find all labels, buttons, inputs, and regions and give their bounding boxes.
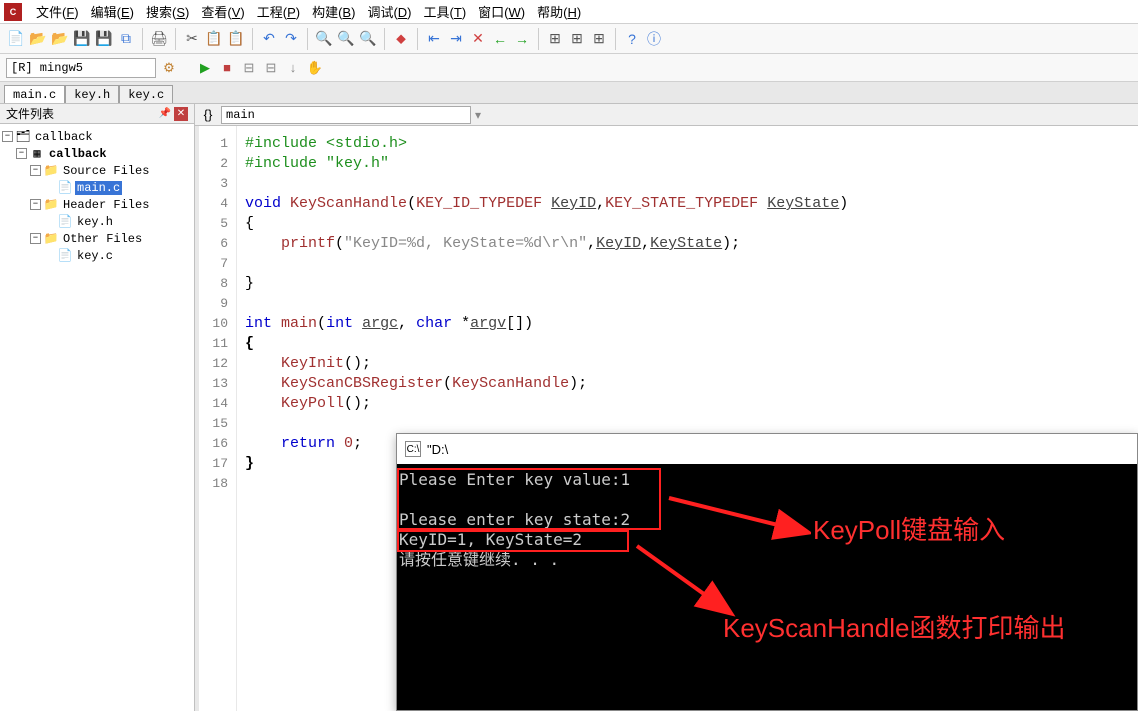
file-tree: − 🗂 callback − ▦ callback −📁Source Files… [0,124,194,268]
find-next-icon[interactable]: 🔍 [336,29,356,49]
console-window: C:\ "D:\ Please Enter key value:1Please … [396,433,1138,711]
line-gutter: 123456789101112131415161718 [195,126,237,711]
find-icon[interactable]: 🔍 [314,29,334,49]
menu-b[interactable]: 构建(B) [306,3,361,22]
stop-icon[interactable]: ■ [218,59,236,77]
project-icon: ▦ [29,146,45,161]
console-title-text: "D:\ [427,442,448,457]
file-tab[interactable]: key.c [119,85,173,103]
file-tab[interactable]: main.c [4,85,65,103]
menu-bar: C 文件(F)编辑(E)搜索(S)查看(V)工程(P)构建(B)调试(D)工具(… [0,0,1138,24]
file-tab[interactable]: key.h [65,85,119,103]
folder-icon: 📁 [43,197,59,212]
symbol-select[interactable] [221,106,471,124]
collapse-icon[interactable]: − [30,199,41,210]
menu-h[interactable]: 帮助(H) [531,3,587,22]
tree-project[interactable]: − ▦ callback [2,145,192,162]
menu-d[interactable]: 调试(D) [361,3,417,22]
tree-file[interactable]: 📄key.c [2,247,192,264]
redo-icon[interactable]: ↷ [281,29,301,49]
nav3-icon[interactable]: ✕ [468,29,488,49]
menu-v[interactable]: 查看(V) [195,3,250,22]
debug4-icon[interactable]: ✋ [306,59,324,77]
console-titlebar[interactable]: C:\ "D:\ [397,434,1137,464]
help-icon[interactable]: ? [622,29,642,49]
opt3-icon[interactable]: ⊞ [589,29,609,49]
open-icon[interactable]: 📂 [28,29,48,49]
menu-t[interactable]: 工具(T) [418,3,473,22]
toolbar-main: 📄 📂 📂 💾 💾 ⧉ 🖨 ✂ 📋 📋 ↶ ↷ 🔍 🔍 🔍 ⬥ ⇤ ⇥ ✕ ← … [0,24,1138,54]
annotation-text-1: KeyPoll键盘输入 [813,514,1005,548]
tree-root[interactable]: − 🗂 callback [2,128,192,145]
save-icon[interactable]: 💾 [72,29,92,49]
sidebar-title-label: 文件列表 [6,105,54,122]
tree-file[interactable]: 📄main.c [2,179,192,196]
bookmark-icon[interactable]: ⬥ [391,29,411,49]
copy-icon[interactable]: 📋 [204,29,224,49]
print-icon[interactable]: 🖨 [149,29,169,49]
close-icon[interactable]: ✕ [174,107,188,121]
debug3-icon[interactable]: ↓ [284,59,302,77]
info-icon[interactable]: ⓘ [644,29,664,49]
annotation-box-1 [397,468,661,530]
replace-icon[interactable]: 🔍 [358,29,378,49]
open-recent-icon[interactable]: 📂 [50,29,70,49]
nav1-icon[interactable]: ⇤ [424,29,444,49]
nav2-icon[interactable]: ⇥ [446,29,466,49]
tree-folder[interactable]: −📁Other Files [2,230,192,247]
tree-file[interactable]: 📄key.h [2,213,192,230]
copy-all-icon[interactable]: ⧉ [116,29,136,49]
run-icon[interactable]: ▶ [196,59,214,77]
symbol-icon[interactable]: {} [199,106,217,124]
undo-icon[interactable]: ↶ [259,29,279,49]
collapse-icon[interactable]: − [30,165,41,176]
file-icon: 📄 [57,214,73,229]
folder-icon: 📁 [43,163,59,178]
debug2-icon[interactable]: ⊟ [262,59,280,77]
pin-icon[interactable]: 📌 [158,107,172,121]
sidebar: 文件列表 📌 ✕ − 🗂 callback − ▦ callback −📁Sou… [0,104,195,711]
save-all-icon[interactable]: 💾 [94,29,114,49]
toolbar-build: ⚙ ▶ ■ ⊟ ⊟ ↓ ✋ [0,54,1138,82]
cut-icon[interactable]: ✂ [182,29,202,49]
opt1-icon[interactable]: ⊞ [545,29,565,49]
file-icon: 📄 [57,180,73,195]
annotation-text-2: KeyScanHandle函数打印输出 [723,612,1103,646]
collapse-icon[interactable]: − [30,233,41,244]
menu-f[interactable]: 文件(F) [30,3,85,22]
workspace-icon: 🗂 [15,129,31,144]
opt2-icon[interactable]: ⊞ [567,29,587,49]
menu-p[interactable]: 工程(P) [251,3,306,22]
console-body: Please Enter key value:1Please enter key… [397,464,1137,710]
console-icon: C:\ [405,441,421,457]
tree-folder[interactable]: −📁Source Files [2,162,192,179]
paste-icon[interactable]: 📋 [226,29,246,49]
menu-w[interactable]: 窗口(W) [472,3,531,22]
menu-s[interactable]: 搜索(S) [140,3,195,22]
sidebar-title: 文件列表 📌 ✕ [0,104,194,124]
forward-icon[interactable]: → [512,29,532,49]
debug1-icon[interactable]: ⊟ [240,59,258,77]
menu-e[interactable]: 编辑(E) [85,3,140,22]
collapse-icon[interactable]: − [16,148,27,159]
annotation-box-2 [397,530,629,552]
console-line: 请按任意键继续. . . [397,550,1137,570]
build-icon[interactable]: ⚙ [160,59,178,77]
new-icon[interactable]: 📄 [6,29,26,49]
collapse-icon[interactable]: − [2,131,13,142]
folder-icon: 📁 [43,231,59,246]
back-icon[interactable]: ← [490,29,510,49]
app-logo: C [4,3,22,21]
config-select[interactable] [6,58,156,78]
file-icon: 📄 [57,248,73,263]
file-tabs: main.ckey.hkey.c [0,82,1138,104]
symbol-bar: {} ▾ [195,104,1138,126]
tree-folder[interactable]: −📁Header Files [2,196,192,213]
